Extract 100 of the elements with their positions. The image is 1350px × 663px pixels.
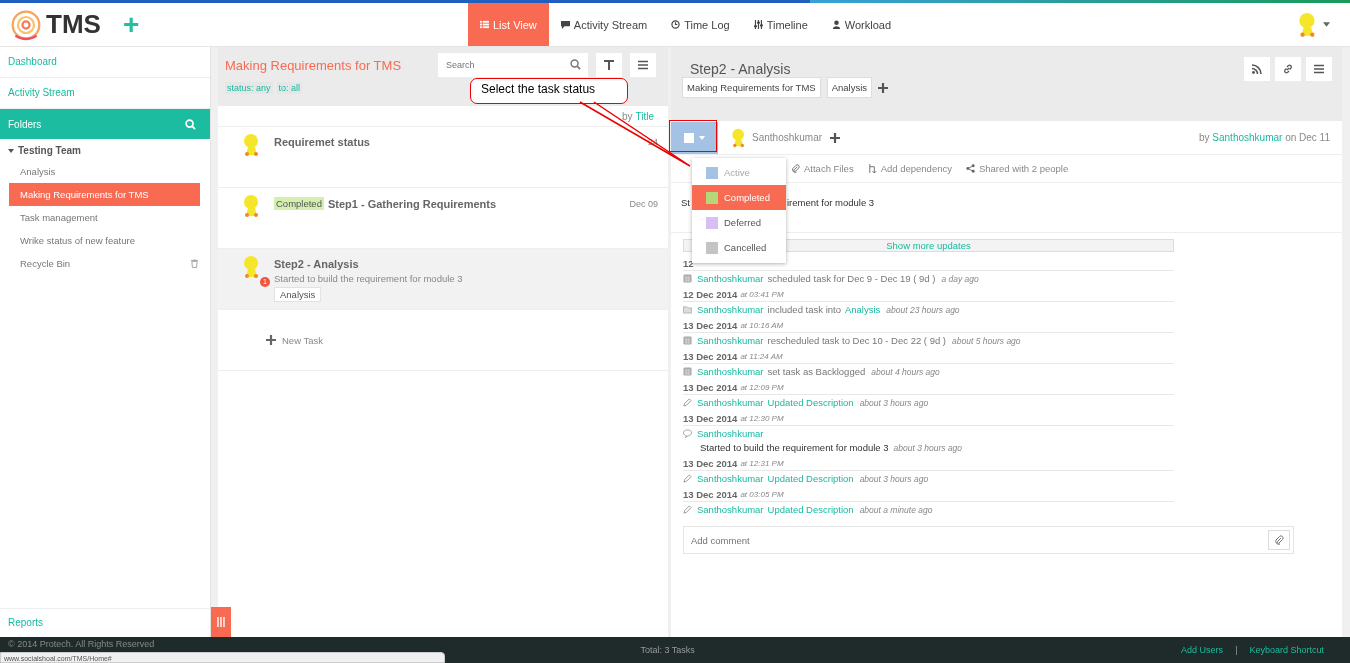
pencil-icon: [683, 474, 692, 483]
activity-date: 13 Dec 2014: [683, 319, 738, 331]
sliders-icon: [753, 20, 763, 29]
bars-icon: [217, 617, 225, 627]
new-task-link[interactable]: New Task: [266, 334, 323, 346]
user-link[interactable]: Santhoshkumar: [697, 273, 764, 284]
status-option[interactable]: Deferred: [692, 210, 786, 235]
folder-item[interactable]: Making Requirements for TMS: [9, 183, 200, 206]
activity-time: at 03:41 PM: [740, 289, 784, 299]
nav-tab[interactable]: List View: [468, 3, 549, 46]
sort-link[interactable]: Title: [635, 110, 654, 122]
folder-item[interactable]: Recycle Bin: [9, 252, 200, 275]
task-total: Total: 3 Tasks: [640, 645, 695, 655]
user-link[interactable]: Santhoshkumar: [697, 366, 764, 377]
time-ago: about 3 hours ago: [859, 397, 929, 408]
menu-icon: [638, 60, 648, 70]
folder-chip[interactable]: Making Requirements for TMS: [682, 77, 821, 98]
status-label: Completed: [274, 197, 324, 210]
pencil-icon: [683, 505, 692, 514]
link-button[interactable]: [1275, 57, 1301, 81]
task-title: Step2 - Analysis: [274, 258, 359, 270]
collapse-handle[interactable]: [211, 607, 231, 637]
author-line: by Santhoshkumar on Dec 11: [1199, 132, 1330, 143]
activity-date: 12: [683, 257, 694, 269]
description-text: irement for module 3: [787, 197, 875, 210]
author-link[interactable]: Santhoshkumar: [1212, 132, 1283, 143]
status-option[interactable]: Active: [692, 160, 786, 185]
action-link[interactable]: Add dependency: [867, 163, 952, 174]
attach-button[interactable]: [1268, 530, 1290, 550]
activity-date: 13 Dec 2014: [683, 381, 738, 393]
clock-icon: [671, 20, 681, 29]
description-text: St: [681, 197, 690, 210]
comment-text: Started to build the requirement for module 3: [700, 442, 889, 453]
search-icon[interactable]: [570, 59, 581, 70]
folder-chip[interactable]: Analysis: [826, 77, 873, 98]
task-tag: Analysis: [274, 287, 322, 302]
user-link[interactable]: Santhoshkumar: [697, 473, 764, 484]
activity-date: 12 Dec 2014: [683, 288, 738, 300]
activity-link[interactable]: Updated Description: [767, 504, 854, 515]
assignee-name[interactable]: Santhoshkumar: [752, 132, 823, 143]
user-link[interactable]: Santhoshkumar: [697, 335, 764, 346]
footer-link[interactable]: Add Users: [1181, 645, 1224, 655]
pencil-icon: [683, 398, 692, 407]
nav-tab[interactable]: Activity Stream: [548, 3, 660, 46]
nav-tab[interactable]: Timeline: [741, 3, 820, 46]
filter-icon: [604, 60, 614, 70]
paperclip-icon: [791, 164, 800, 173]
status-option[interactable]: Completed: [692, 185, 786, 210]
separator: |: [1235, 645, 1238, 655]
user-link[interactable]: Santhoshkumar: [697, 397, 764, 408]
status-button[interactable]: [671, 121, 718, 154]
sort-prefix: by: [621, 110, 633, 122]
task-heading: Step2 - Analysis: [690, 61, 791, 77]
app-logo-text: TMS: [46, 9, 101, 40]
activity-time: at 10:16 AM: [740, 320, 784, 330]
action-link[interactable]: Shared with 2 people: [965, 163, 1069, 174]
highlight-frame: [669, 120, 717, 152]
sidebar-link[interactable]: Dashboard: [0, 47, 210, 78]
activity-text: set task as Backlogged: [767, 366, 866, 377]
nav-tab[interactable]: Workload: [819, 3, 904, 46]
menu-button[interactable]: [1306, 57, 1332, 81]
list-icon: [480, 20, 489, 29]
folder-item[interactable]: Wrike status of new feature: [9, 229, 200, 252]
caret-icon[interactable]: [1323, 22, 1330, 27]
user-link[interactable]: Santhoshkumar: [697, 428, 764, 439]
task-title: Requiremet status: [274, 136, 370, 148]
menu-button[interactable]: [630, 53, 656, 77]
add-button[interactable]: +: [122, 10, 140, 39]
time-ago: about a minute ago: [859, 504, 933, 515]
activity-time: at 03:05 PM: [740, 489, 784, 499]
search-field[interactable]: Search: [438, 53, 588, 77]
nav-tab[interactable]: Time Log: [659, 3, 742, 46]
activity-link[interactable]: Analysis: [844, 304, 881, 315]
filter-button[interactable]: [596, 53, 622, 77]
footer-link[interactable]: Keyboard Shortcut: [1249, 645, 1324, 655]
folder-item[interactable]: Analysis: [9, 160, 200, 183]
task-date: Dec 09: [629, 198, 658, 209]
filter-tag[interactable]: status: any: [225, 82, 273, 94]
user-link[interactable]: Santhoshkumar: [697, 304, 764, 315]
user-link[interactable]: Santhoshkumar: [697, 504, 764, 515]
comment-field[interactable]: Add comment: [683, 526, 1294, 554]
action-link[interactable]: Attach Files: [791, 163, 854, 174]
link-icon: [1283, 64, 1293, 74]
filter-tag[interactable]: to: all: [276, 82, 303, 94]
calendar-icon: [683, 336, 692, 345]
rss-icon: [1252, 64, 1262, 74]
time-ago: a day ago: [941, 273, 979, 284]
tree-item[interactable]: Testing Team: [0, 139, 210, 160]
speech-bubble-icon: [560, 20, 570, 29]
rss-button[interactable]: [1244, 57, 1270, 81]
caret-icon: [8, 148, 14, 153]
dependency-icon: [867, 164, 877, 173]
activity-link[interactable]: Updated Description: [767, 473, 854, 484]
activity-date: 13 Dec 2014: [683, 412, 738, 424]
time-ago: about 5 hours ago: [952, 335, 1021, 346]
time-ago: about 23 hours ago: [886, 304, 960, 315]
activity-link[interactable]: Updated Description: [767, 397, 854, 408]
folder-item[interactable]: Task management: [9, 206, 200, 229]
plus-icon[interactable]: [830, 132, 841, 143]
plus-icon[interactable]: [878, 82, 889, 93]
